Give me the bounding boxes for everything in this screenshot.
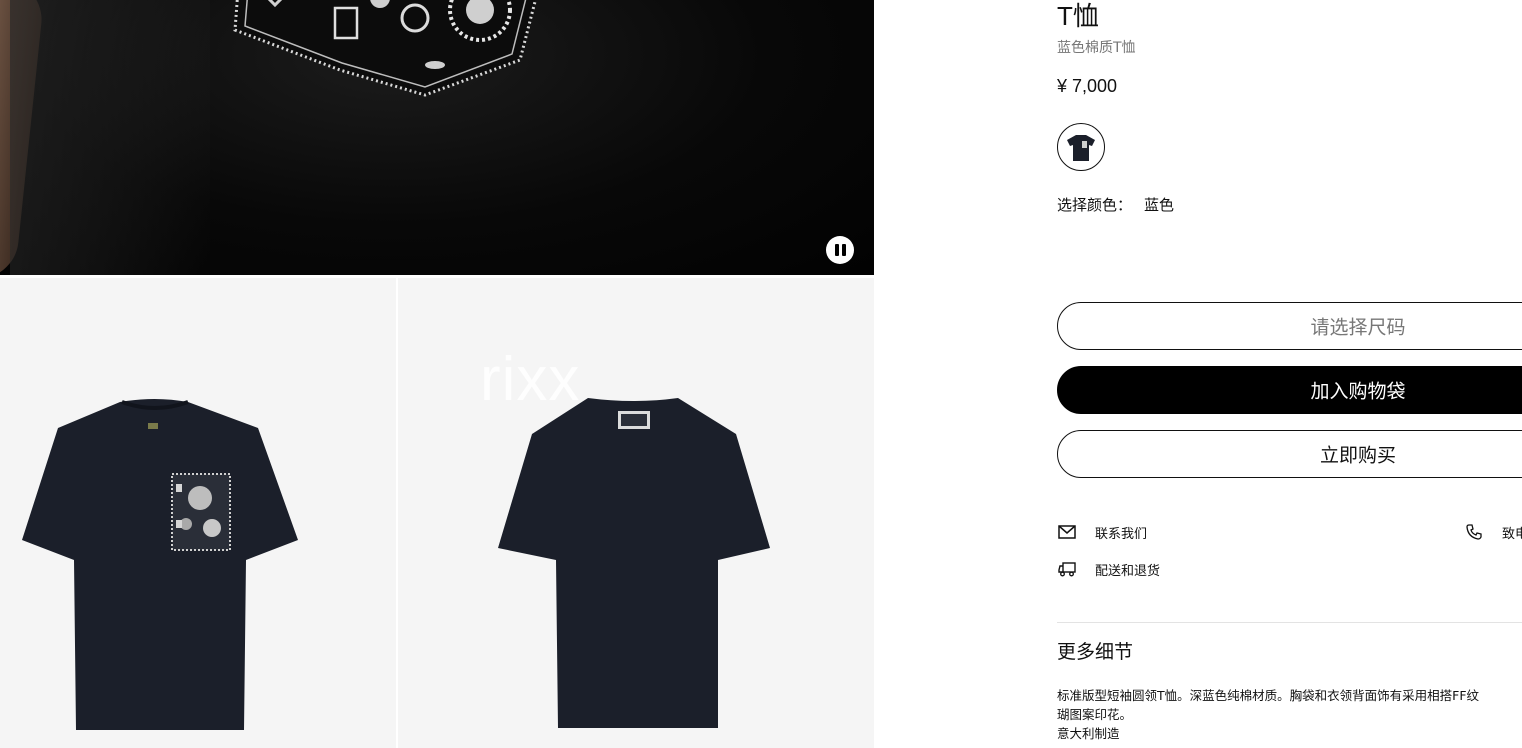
pause-button[interactable] — [826, 236, 854, 264]
hero-video[interactable] — [0, 0, 874, 275]
call-us-label: 致电 — [1502, 526, 1522, 542]
pocket-print-closeup — [233, 0, 537, 97]
tshirt-front-image — [22, 399, 298, 730]
select-size-label: 请选择尺码 — [1310, 316, 1406, 339]
product-page: rixx T恤 蓝色棉质T恤 ¥ 7,000 选择颜色： 蓝色 请选择尺码 加入购… — [0, 0, 1522, 748]
delivery-truck-icon — [1057, 559, 1077, 579]
mail-icon — [1057, 522, 1077, 542]
color-label: 选择颜色： — [1057, 196, 1133, 214]
add-to-bag-button[interactable]: 加入购物袋 — [1057, 366, 1522, 414]
shipping-returns-label: 配送和退货 — [1095, 563, 1161, 579]
phone-icon — [1464, 522, 1484, 542]
select-size-button[interactable]: 请选择尺码 — [1057, 302, 1522, 350]
product-description: 标准版型短袖圆领T恤。深蓝色纯棉材质。胸袋和衣领背面饰有采用相搭FF纹 瑚图案印… — [1057, 686, 1522, 743]
watermark: rixx — [480, 345, 581, 414]
add-to-bag-label: 加入购物袋 — [1310, 380, 1406, 403]
buy-now-button[interactable]: 立即购买 — [1057, 430, 1522, 478]
color-swatch[interactable] — [1057, 123, 1105, 171]
product-image-front[interactable] — [0, 278, 396, 748]
product-subtitle: 蓝色棉质T恤 — [1057, 40, 1136, 56]
description-line: 瑚图案印花。 — [1057, 707, 1133, 722]
product-price: ¥ 7,000 — [1057, 76, 1118, 96]
tshirt-back-image — [498, 398, 770, 728]
product-info-panel: T恤 蓝色棉质T恤 ¥ 7,000 选择颜色： 蓝色 请选择尺码 加入购物袋 立即… — [1057, 0, 1522, 748]
color-selection: 选择颜色： 蓝色 — [1057, 194, 1174, 215]
description-line: 标准版型短袖圆领T恤。深蓝色纯棉材质。胸袋和衣领背面饰有采用相搭FF纹 — [1057, 688, 1480, 703]
section-divider — [1057, 622, 1522, 623]
tshirt-thumbnail-icon — [1067, 135, 1095, 161]
origin-line: 意大利制造 — [1057, 726, 1120, 741]
call-us-link[interactable]: 致电 — [1464, 522, 1522, 542]
product-title: T恤 — [1057, 1, 1099, 31]
contact-us-link[interactable]: 联系我们 — [1057, 522, 1147, 542]
color-value: 蓝色 — [1144, 196, 1175, 214]
pause-icon — [834, 244, 839, 256]
contact-us-label: 联系我们 — [1095, 526, 1148, 542]
more-details-heading[interactable]: 更多细节 — [1057, 637, 1133, 664]
shipping-returns-link[interactable]: 配送和退货 — [1057, 559, 1160, 579]
product-image-back[interactable]: rixx — [398, 278, 874, 748]
buy-now-label: 立即购买 — [1319, 444, 1396, 467]
